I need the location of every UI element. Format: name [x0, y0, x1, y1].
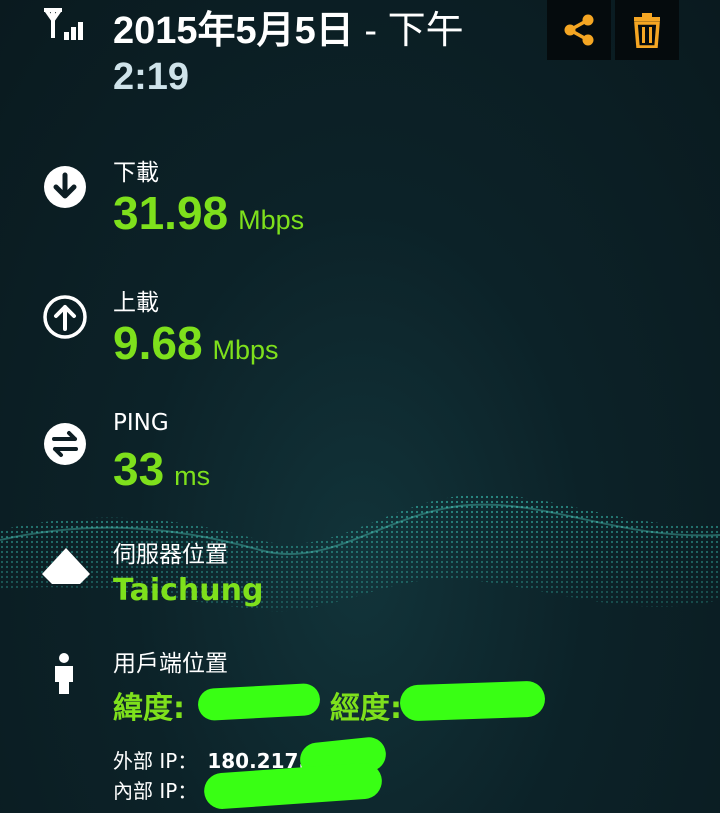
longitude-label: 經度: — [330, 691, 402, 726]
time-text: 2:19 — [113, 56, 190, 98]
share-button[interactable] — [547, 0, 611, 60]
upload-result: 9.68 Mbps — [113, 316, 279, 370]
download-label: 下載 — [113, 160, 159, 186]
person-icon — [55, 653, 73, 694]
server-location-label: 伺服器位置 — [113, 542, 228, 568]
upload-unit: Mbps — [212, 335, 279, 365]
date-text: 2015年5月5日 — [113, 10, 354, 52]
date-separator: - — [364, 10, 378, 52]
trash-icon — [634, 13, 660, 48]
internal-ip-row: 內部 IP： — [113, 775, 197, 804]
delete-button[interactable] — [615, 0, 679, 60]
dotted-wave-background — [0, 494, 720, 612]
download-unit: Mbps — [238, 205, 305, 235]
download-result: 31.98 Mbps — [113, 186, 304, 240]
upload-icon — [43, 295, 87, 339]
download-icon — [44, 166, 86, 208]
speedtest-result-screen: 2015年5月5日 - 下午 2:19 下載 31.98 Mbps 上載 9.6… — [0, 0, 720, 813]
latitude-label: 緯度: — [113, 691, 185, 726]
signal-strength-icon — [44, 8, 83, 40]
ping-icon — [44, 423, 86, 465]
share-icon — [564, 14, 594, 46]
download-value: 31.98 — [113, 187, 229, 239]
server-location-value: Taichung — [113, 573, 264, 608]
server-location-icon — [42, 548, 90, 584]
client-location-label: 用戶端位置 — [113, 651, 228, 677]
ping-label: PING — [113, 410, 169, 436]
test-datetime-title: 2015年5月5日 - 下午 2:19 — [113, 8, 533, 100]
period-text: 下午 — [387, 10, 464, 52]
external-ip-label: 外部 IP： — [113, 749, 198, 773]
ping-unit: ms — [174, 461, 211, 491]
upload-value: 9.68 — [113, 317, 203, 369]
upload-label: 上載 — [113, 290, 159, 316]
ping-result: 33 ms — [113, 442, 210, 496]
ping-value: 33 — [113, 443, 165, 495]
internal-ip-label: 內部 IP： — [113, 779, 198, 803]
